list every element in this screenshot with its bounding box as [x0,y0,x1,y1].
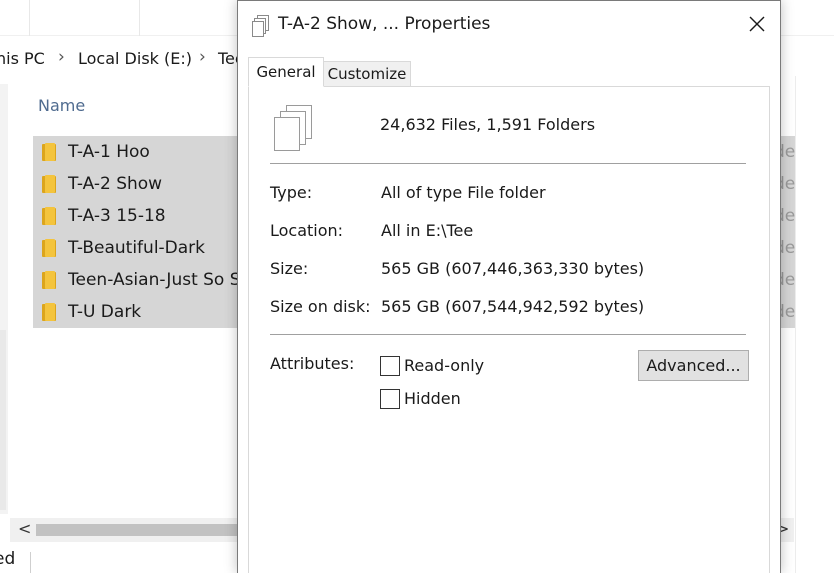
list-item-label: T-A-2 Show [68,174,163,194]
properties-dialog: T-A-2 Show, ... Properties General Custo… [237,0,781,573]
multiple-files-icon [252,15,270,37]
multiple-files-icon [272,105,314,153]
navigation-pane-scrollbar[interactable] [0,330,6,510]
hidden-label[interactable]: Hidden [404,389,461,408]
folder-icon [42,239,56,257]
horizontal-scrollbar[interactable] [10,518,243,542]
toolbar-segment [0,0,30,36]
folder-icon [42,143,56,161]
size-on-disk-value: 565 GB (607,544,942,592 bytes) [381,297,645,316]
advanced-button[interactable]: Advanced... [638,350,749,381]
general-panel [248,86,770,573]
type-label: Type: [270,183,313,202]
folder-icon [42,175,56,193]
location-label: Location: [270,221,344,240]
size-label: Size: [270,259,309,278]
list-item[interactable]: T-U Dark [33,296,243,328]
location-value: All in E:\Tee [381,221,474,240]
attributes-label: Attributes: [270,354,355,373]
chevron-right-icon: › [199,47,206,67]
list-item[interactable]: T-A-2 Show [33,168,243,200]
toolbar-segment [30,0,140,36]
close-icon [749,16,765,32]
size-value: 565 GB (607,446,363,330 bytes) [381,259,645,278]
list-item-label: T-A-1 Hoo [68,142,150,162]
type-value: All of type File folder [381,183,546,202]
list-item[interactable]: T-A-3 15-18 [33,200,243,232]
scroll-left-icon[interactable]: < [18,519,31,538]
status-divider [30,552,31,573]
folder-icon [42,303,56,321]
column-header-name[interactable]: Name [38,96,85,115]
size-on-disk-label: Size on disk: [270,297,371,316]
folder-icon [42,271,56,289]
explorer-right-area [795,76,834,573]
screen: his PC › Local Disk (E:) › Tee Name T-A-… [0,0,834,573]
hidden-checkbox[interactable] [380,389,400,409]
breadcrumb-local-disk[interactable]: Local Disk (E:) [78,49,192,68]
folder-icon [42,207,56,225]
list-item[interactable]: T-Beautiful-Dark [33,232,243,264]
chevron-right-icon: › [58,47,65,67]
readonly-label[interactable]: Read-only [404,356,484,375]
status-bar-text: ed [0,549,16,569]
dialog-title: T-A-2 Show, ... Properties [278,14,491,34]
scrollbar-thumb[interactable] [36,524,243,536]
list-item-label: Teen-Asian-Just So Sc [68,270,243,290]
tab-customize[interactable]: Customize [324,61,411,87]
readonly-checkbox[interactable] [380,356,400,376]
close-button[interactable] [734,7,780,41]
file-list: T-A-1 Hoo T-A-2 Show T-A-3 15-18 T-Beaut… [33,136,243,328]
divider [270,163,746,164]
divider [270,334,746,335]
list-item-label: T-Beautiful-Dark [68,238,206,258]
file-folder-count: 24,632 Files, 1,591 Folders [380,115,596,134]
list-item-label: T-U Dark [68,302,142,322]
list-item[interactable]: Teen-Asian-Just So Sc [33,264,243,296]
tab-general[interactable]: General [248,57,324,87]
list-item[interactable]: T-A-1 Hoo [33,136,243,168]
breadcrumb-this-pc[interactable]: his PC [0,49,45,68]
list-item-label: T-A-3 15-18 [68,206,166,226]
